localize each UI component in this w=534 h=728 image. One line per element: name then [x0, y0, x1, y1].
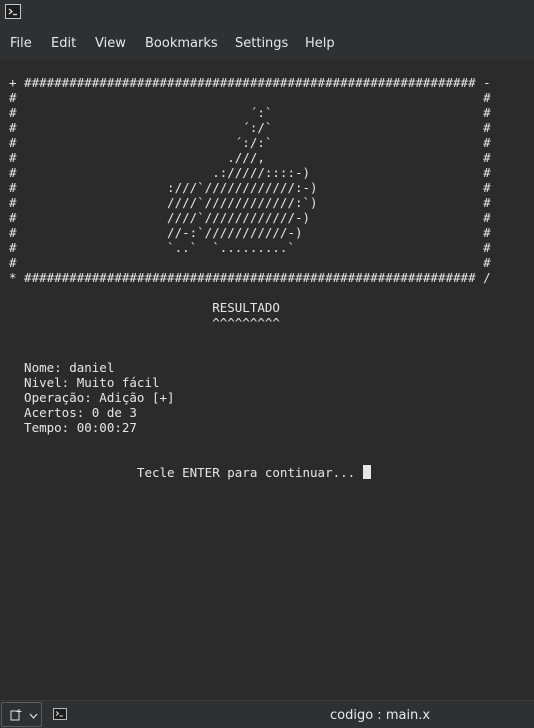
- terminal-line: # //-:`///////////-) #: [9, 225, 491, 240]
- terminal-line: # :///`////////////:-) #: [9, 180, 491, 195]
- terminal-line: # `..` `.........` #: [9, 240, 491, 255]
- title-bar: [0, 0, 534, 28]
- result-operation: Operação: Adição [+]: [9, 390, 175, 405]
- result-heading: RESULTADO: [9, 300, 280, 315]
- menu-help[interactable]: Help: [305, 36, 335, 52]
- menu-settings[interactable]: Settings: [235, 36, 288, 52]
- terminal-line: # .://///::::-) #: [9, 165, 491, 180]
- menu-bookmarks[interactable]: Bookmarks: [145, 36, 218, 52]
- terminal-icon[interactable]: [5, 4, 21, 19]
- result-time: Tempo: 00:00:27: [9, 420, 137, 435]
- terminal-screen: + ######################################…: [9, 75, 491, 480]
- terminal-line: # .///, #: [9, 150, 491, 165]
- chevron-down-icon: [29, 713, 38, 719]
- terminal-window: File Edit View Bookmarks Settings Help +…: [0, 0, 534, 728]
- terminal-line: # ´:` #: [9, 105, 491, 120]
- terminal-line: + ######################################…: [9, 75, 491, 90]
- text-cursor: [362, 465, 371, 479]
- tab-bar: codigo : main.x: [0, 700, 534, 728]
- terminal-output[interactable]: + ######################################…: [0, 60, 534, 700]
- result-level: Nivel: Muito fácil: [9, 375, 160, 390]
- menu-edit[interactable]: Edit: [51, 36, 76, 52]
- prompt-line: Tecle ENTER para continuar...: [9, 465, 491, 480]
- new-tab-icon: [10, 709, 22, 721]
- continue-prompt: Tecle ENTER para continuar...: [9, 465, 363, 480]
- terminal-line: # ////`////////////:`) #: [9, 195, 491, 210]
- menu-view[interactable]: View: [95, 36, 126, 52]
- terminal-line: * ######################################…: [9, 270, 491, 285]
- terminal-line: # #: [9, 255, 491, 270]
- terminal-line: # ´:/:` #: [9, 135, 491, 150]
- terminal-line: # #: [9, 90, 491, 105]
- new-tab-button[interactable]: [1, 702, 42, 727]
- terminal-line: # ////`////////////-) #: [9, 210, 491, 225]
- result-hits: Acertos: 0 de 3: [9, 405, 137, 420]
- terminal-icon: [53, 708, 67, 720]
- menu-bar: File Edit View Bookmarks Settings Help: [0, 28, 534, 60]
- result-name: Nome: daniel: [9, 360, 115, 375]
- tab-title[interactable]: codigo : main.x: [330, 708, 430, 724]
- result-underline: ^^^^^^^^^: [9, 315, 280, 330]
- menu-file[interactable]: File: [10, 36, 32, 52]
- terminal-line: # ´:/` #: [9, 120, 491, 135]
